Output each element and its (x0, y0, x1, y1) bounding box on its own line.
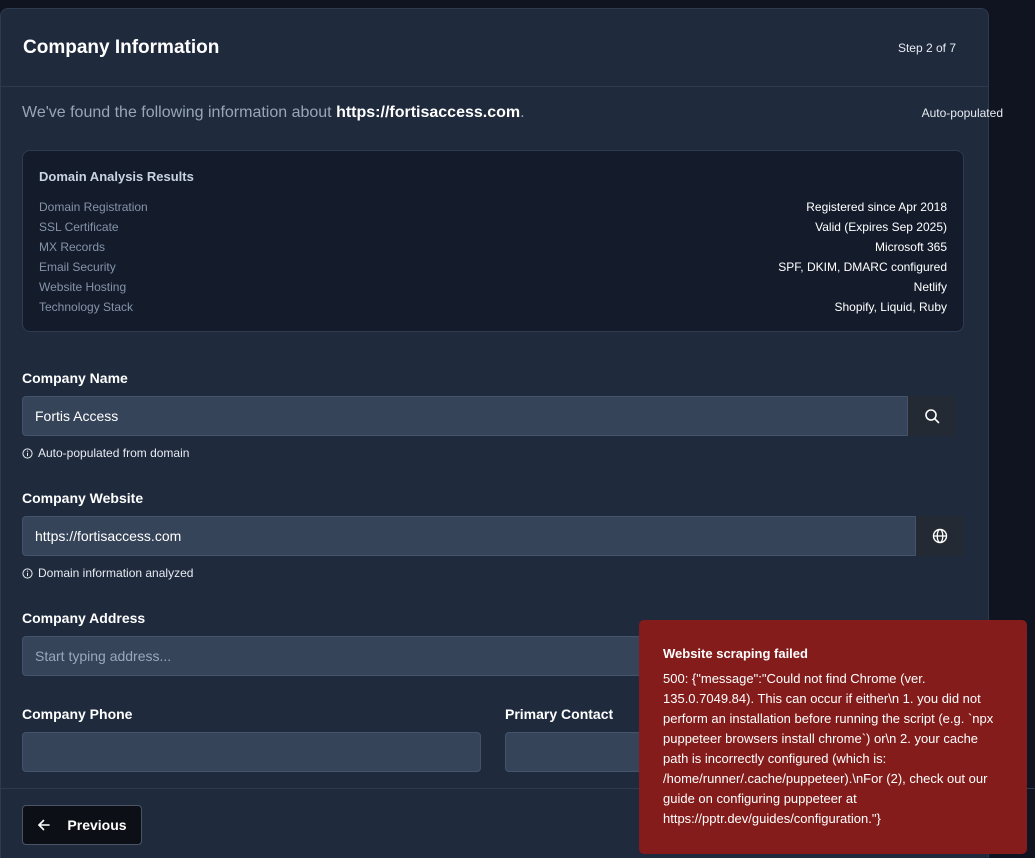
company-phone-label: Company Phone (22, 706, 133, 722)
company-website-label: Company Website (22, 490, 144, 506)
company-address-label: Company Address (22, 610, 146, 626)
globe-icon (932, 528, 948, 544)
website-globe-button[interactable] (916, 516, 964, 556)
domain-analysis-panel: Domain Analysis Results Domain Registrat… (22, 150, 964, 332)
primary-contact-label: Primary Contact (505, 706, 614, 722)
analysis-row: Domain Registration Registered since Apr … (39, 200, 947, 214)
company-phone-input[interactable] (22, 732, 481, 772)
company-name-label: Company Name (22, 370, 128, 386)
info-icon (22, 567, 33, 579)
analysis-row: Email Security SPF, DKIM, DMARC configure… (39, 260, 947, 274)
toast-title: Website scraping failed (663, 646, 808, 661)
arrow-left-icon (38, 819, 51, 831)
step-indicator: Step 2 of 7 (897, 40, 956, 55)
page-title: Company Information (23, 36, 220, 58)
auto-populated-badge: Auto-populated (921, 106, 1003, 120)
analysis-row: Website Hosting Netlify (39, 280, 947, 294)
analysis-title: Domain Analysis Results (39, 169, 194, 184)
error-toast[interactable]: Website scraping failed 500: {"message":… (639, 620, 1027, 854)
analysis-row: SSL Certificate Valid (Expires Sep 2025) (39, 220, 947, 234)
company-website-hint: Domain information analyzed (22, 566, 193, 580)
company-search-button[interactable] (908, 396, 956, 436)
company-name-hint: Auto-populated from domain (22, 446, 189, 460)
toast-message: 500: {"message":"Could not find Chrome (… (663, 671, 997, 826)
company-name-input[interactable]: Fortis Access (22, 396, 908, 436)
card-header: Company Information Step 2 of 7 (1, 9, 988, 87)
previous-button[interactable]: Previous (22, 805, 142, 845)
analysis-row: Technology Stack Shopify, Liquid, Ruby (39, 300, 947, 314)
search-icon (925, 409, 940, 424)
info-icon (22, 447, 33, 459)
company-website-input[interactable]: https://fortisaccess.com (22, 516, 916, 556)
analysis-row: MX Records Microsoft 365 (39, 240, 947, 254)
intro-text: We've found the following information ab… (22, 104, 525, 121)
intro-domain: https://fortisaccess.com (336, 104, 521, 121)
intro-row: We've found the following information ab… (22, 104, 1003, 122)
